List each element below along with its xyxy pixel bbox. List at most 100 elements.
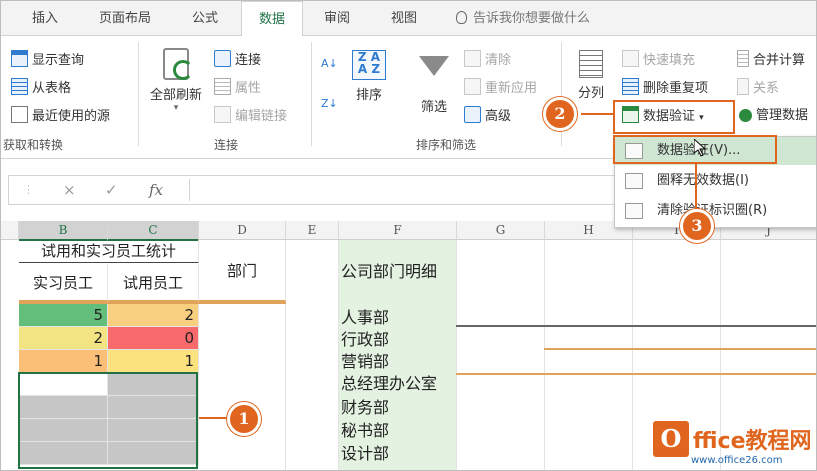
- callout-line: [199, 417, 227, 419]
- table-cell[interactable]: 5: [19, 304, 108, 327]
- watermark: O ffice教程网 www.office26.com: [631, 421, 816, 470]
- column-header-c[interactable]: C: [108, 221, 199, 241]
- insert-function-icon[interactable]: fx: [149, 176, 163, 204]
- connections-button[interactable]: 连接: [214, 50, 261, 70]
- flash-fill-icon: [622, 50, 639, 67]
- cancel-icon[interactable]: ×: [63, 176, 76, 204]
- list-item[interactable]: 人事部: [341, 307, 389, 329]
- step-badge-1: 1: [227, 402, 261, 436]
- list-item[interactable]: 设计部: [341, 443, 389, 465]
- list-item[interactable]: 秘书部: [341, 420, 389, 442]
- column-header-d[interactable]: D: [199, 221, 286, 240]
- chevron-down-icon: ▾: [173, 103, 179, 113]
- list-item[interactable]: 财务部: [341, 397, 389, 419]
- list-item[interactable]: 营销部: [341, 351, 389, 373]
- consolidate-icon: [737, 50, 749, 67]
- data-model-icon: [739, 109, 752, 122]
- edit-links-icon: [214, 106, 231, 123]
- step-badge-2: 2: [543, 97, 577, 131]
- remove-duplicates-button[interactable]: 删除重复项: [622, 78, 708, 98]
- tell-me-box[interactable]: 告诉我你想要做什么: [456, 1, 590, 35]
- header-probation[interactable]: 试用员工: [108, 264, 199, 302]
- relationships-button[interactable]: 关系: [737, 78, 779, 98]
- table-cell[interactable]: 1: [108, 350, 199, 373]
- connection-icon: [214, 50, 231, 67]
- group-label-connections: 连接: [213, 138, 238, 152]
- tab-insert[interactable]: 插入: [19, 1, 71, 35]
- header-interns[interactable]: 实习员工: [19, 264, 108, 302]
- reapply-button[interactable]: 重新应用: [464, 78, 537, 98]
- clear-circles-icon: [625, 203, 643, 219]
- recent-source-icon: [11, 106, 28, 123]
- tab-formulas[interactable]: 公式: [179, 1, 231, 35]
- table-cell[interactable]: 2: [19, 327, 108, 350]
- advanced-filter-icon: [464, 106, 481, 123]
- column-header-e[interactable]: E: [286, 221, 339, 240]
- table-title[interactable]: 试用和实习员工统计: [19, 240, 199, 263]
- list-item[interactable]: 行政部: [341, 329, 389, 351]
- tab-review[interactable]: 审阅: [311, 1, 363, 35]
- refresh-all-button[interactable]: 全部刷新 ▾: [144, 48, 208, 113]
- selected-range[interactable]: [18, 372, 198, 469]
- recent-sources-button[interactable]: 最近使用的源: [11, 106, 110, 126]
- clear-filter-icon: [464, 50, 481, 67]
- callout-line: [581, 113, 615, 115]
- sort-az-icon: Z AA Z: [352, 50, 386, 80]
- filter-button[interactable]: 筛选: [411, 52, 457, 115]
- table-cell[interactable]: 1: [19, 350, 108, 373]
- tab-page-layout[interactable]: 页面布局: [87, 1, 163, 35]
- sort-ascending-icon[interactable]: A↓: [321, 54, 338, 74]
- consolidate-button[interactable]: 合并计算: [737, 50, 805, 70]
- funnel-icon: [419, 56, 449, 76]
- header-department[interactable]: 部门: [199, 240, 286, 302]
- sort-button[interactable]: Z AA Z 排序: [347, 50, 391, 103]
- column-header-f[interactable]: F: [339, 221, 457, 240]
- excel-window: 插入 页面布局 公式 数据 审阅 视图 告诉我你想要做什么 显示查询 从表格 最…: [0, 0, 817, 471]
- column-header-g[interactable]: G: [457, 221, 545, 240]
- from-table-button[interactable]: 从表格: [11, 78, 71, 98]
- table-icon: [11, 78, 28, 95]
- lightbulb-icon: [456, 11, 467, 24]
- refresh-icon: [163, 48, 193, 80]
- remove-duplicates-icon: [622, 78, 639, 95]
- border-line: [544, 348, 816, 350]
- clear-filter-button[interactable]: 清除: [464, 50, 511, 70]
- properties-icon: [214, 78, 231, 95]
- enter-icon[interactable]: ✓: [105, 176, 118, 204]
- border-line: [19, 302, 286, 304]
- edit-links-button[interactable]: 编辑链接: [214, 106, 287, 126]
- table-cell[interactable]: 0: [108, 327, 199, 350]
- formula-divider: [189, 179, 190, 201]
- text-to-columns-button[interactable]: 分列: [571, 50, 611, 101]
- show-queries-button[interactable]: 显示查询: [11, 50, 84, 70]
- circle-invalid-data-menu-item[interactable]: 圈释无效数据(I): [615, 167, 816, 195]
- step-badge-3: 3: [680, 209, 714, 243]
- department-detail-header[interactable]: 公司部门明细: [341, 261, 437, 283]
- column-header-b[interactable]: B: [19, 221, 108, 241]
- properties-button[interactable]: 属性: [214, 78, 261, 98]
- highlight-menu-item: [613, 135, 777, 164]
- sort-descending-icon[interactable]: Z↓: [321, 94, 338, 114]
- group-divider: [311, 42, 312, 146]
- sheet-icon: [11, 50, 28, 67]
- tab-view[interactable]: 视图: [378, 1, 430, 35]
- clear-validation-circles-menu-item[interactable]: 清除验证标识圈(R): [615, 197, 816, 225]
- formula-grip-icon: ⋮: [23, 183, 34, 196]
- relationships-icon: [737, 78, 749, 95]
- select-all-corner[interactable]: [1, 221, 19, 240]
- manage-data-model-button[interactable]: 管理数据: [739, 106, 808, 126]
- table-cell[interactable]: 2: [108, 304, 199, 327]
- circle-invalid-icon: [625, 173, 643, 189]
- ribbon-tab-bar: 插入 页面布局 公式 数据 审阅 视图 告诉我你想要做什么: [1, 1, 816, 37]
- watermark-text: ffice教程网: [693, 429, 812, 454]
- tab-data[interactable]: 数据: [241, 1, 303, 37]
- group-divider: [138, 42, 139, 146]
- split-columns-icon: [579, 50, 603, 78]
- flash-fill-button[interactable]: 快速填充: [622, 50, 695, 70]
- group-label-get-transform: 获取和转换: [3, 138, 64, 152]
- highlight-data-validation: [613, 100, 735, 134]
- group-label-sort-filter: 排序和筛选: [415, 138, 476, 152]
- advanced-filter-button[interactable]: 高级: [464, 106, 511, 126]
- border-line: [456, 325, 816, 327]
- list-item[interactable]: 总经理办公室: [341, 373, 437, 395]
